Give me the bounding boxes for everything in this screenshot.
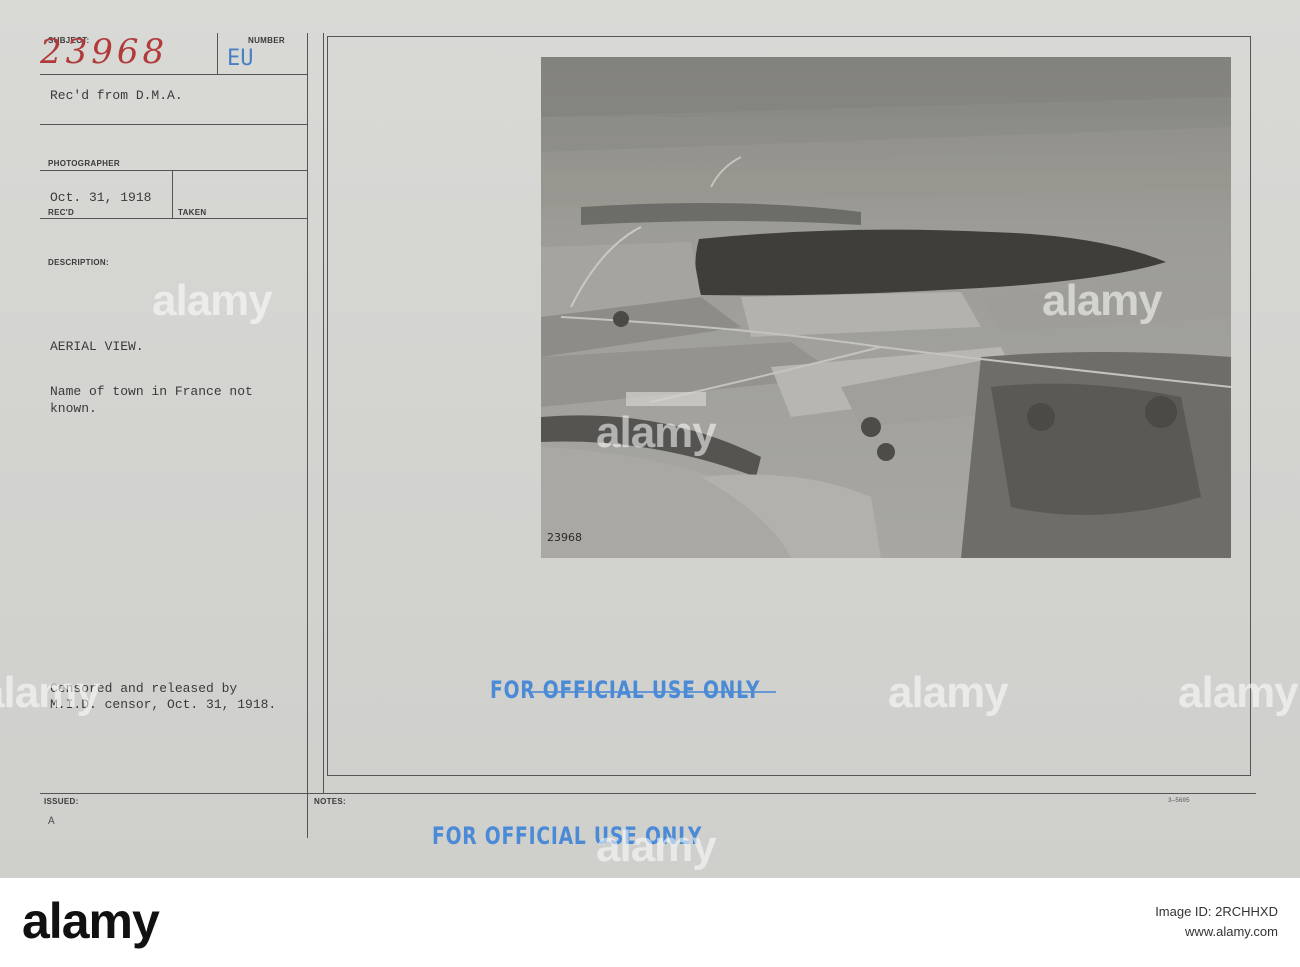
stock-footer: alamy Image ID: 2RCHHXD www.alamy.com <box>0 878 1300 967</box>
description-label: DESCRIPTION: <box>48 258 109 267</box>
rule <box>217 33 218 75</box>
notes-label: NOTES: <box>314 797 347 806</box>
rule <box>172 170 173 218</box>
issued-mark: A <box>48 816 55 828</box>
description-line-1: Name of town in France not <box>50 384 253 399</box>
site-url[interactable]: www.alamy.com <box>978 924 1278 939</box>
description-title: AERIAL VIEW. <box>50 339 144 354</box>
watermark: alamy <box>1042 276 1163 325</box>
watermark: alamy <box>152 276 273 325</box>
watermark: alamy <box>596 408 717 457</box>
stamp-strike-line <box>532 691 776 693</box>
watermark: alamy <box>888 668 1009 717</box>
form-code: 3—5605 <box>1168 797 1190 804</box>
received-from: Rec'd from D.M.A. <box>50 88 183 103</box>
alamy-logo: alamy <box>22 893 160 949</box>
rule <box>40 74 308 75</box>
rule <box>40 218 308 219</box>
subject-number: 23968 <box>40 32 169 72</box>
date-received: Oct. 31, 1918 <box>50 190 152 205</box>
archival-photo-card: SUBJECT: NUMBER 23968 EU Rec'd from D.M.… <box>0 0 1300 878</box>
recd-label: REC'D <box>48 208 75 217</box>
rule <box>307 33 308 838</box>
rule <box>323 33 324 793</box>
description-line-2: known. <box>50 401 97 416</box>
rule <box>40 170 308 171</box>
photo-caption: 23968 <box>547 531 582 544</box>
watermark: alamy <box>0 668 101 717</box>
issued-label: ISSUED: <box>44 797 79 806</box>
official-use-stamp-inner: FOR OFFICIAL USE ONLY <box>490 676 761 704</box>
watermark: alamy <box>596 822 717 871</box>
taken-label: TAKEN <box>178 208 207 217</box>
rule <box>40 124 308 125</box>
watermark: alamy <box>1178 668 1299 717</box>
number-label: NUMBER <box>248 36 285 45</box>
number-code: EU <box>227 46 254 71</box>
rule <box>40 793 1256 794</box>
image-id: Image ID: 2RCHHXD <box>1155 904 1278 919</box>
photographer-label: PHOTOGRAPHER <box>48 159 120 168</box>
